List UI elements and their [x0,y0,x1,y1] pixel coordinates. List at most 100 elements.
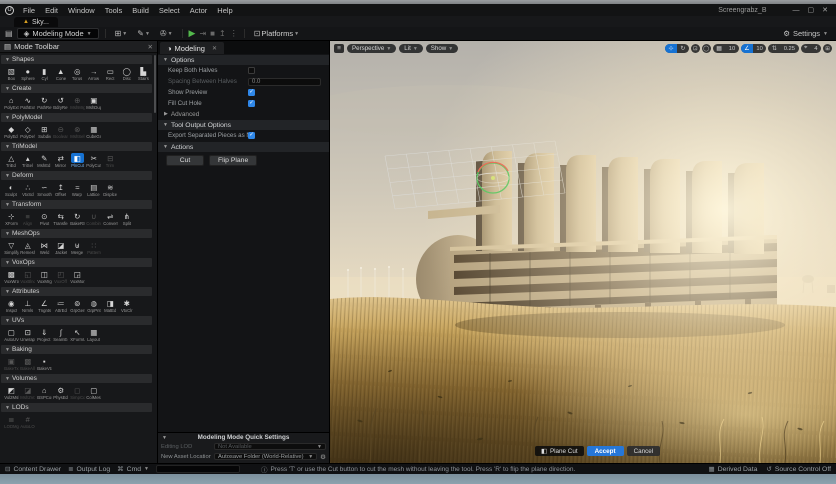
tool-subdiv[interactable]: ⊞Subdiv [36,124,53,140]
tool-bakers[interactable]: ↻BakeRS [69,211,86,227]
eject-icon[interactable]: ↥ [219,29,226,38]
advanced-toggle[interactable]: ▶ Advanced [158,109,329,119]
tool-voxmorph[interactable]: ◲VoxMorph [69,269,86,285]
settings-button[interactable]: ⚙ Settings ▼ [783,29,831,38]
content-drawer-button[interactable]: ⊟ Content Drawer [5,465,61,473]
tool-xform[interactable]: ⊹XForm [3,211,20,227]
section-header-baking[interactable]: ▼Baking [1,345,152,354]
tool-smooth[interactable]: ∽Smooth [36,182,53,198]
quick-add-button[interactable]: ⊞▼ [112,29,131,38]
show-button[interactable]: Show ▼ [426,44,458,53]
tool-boolean[interactable]: ⊖Boolean [53,124,70,140]
section-header-meshops[interactable]: ▼MeshOps [1,229,152,238]
scale-snap-value[interactable]: 0.25 [780,44,798,53]
tool-pathrev[interactable]: ↻PathRev [36,95,53,111]
tool-pathext[interactable]: ∿PathExt [20,95,37,111]
world-space-icon[interactable]: ↻ [677,44,689,53]
tool-voxmrg[interactable]: ◫VoxMrg [36,269,53,285]
tool-polyext[interactable]: ⌂PolyExt [3,95,20,111]
tool-align[interactable]: ≡Align [20,211,37,227]
maximize-icon[interactable]: ▢ [808,7,815,14]
menu-tools[interactable]: Tools [100,6,128,15]
tool-displce[interactable]: ≋Displce [102,182,119,198]
derived-data-button[interactable]: ▦ Derived Data [709,465,758,473]
tab-modeling[interactable]: ◑ Modeling ✕ [160,42,224,54]
platforms-button[interactable]: ⊡ Platforms ▼ [251,29,302,38]
cinematics-button[interactable]: ✇▼ [157,29,176,38]
section-header-attributes[interactable]: ▼Attributes [1,287,152,296]
tool-simpcol[interactable]: ◻SimpCol [69,385,86,401]
tool-remesh[interactable]: ◬Remesh [20,240,37,256]
tool-pivot[interactable]: ⊙Pivot [36,211,53,227]
maximize-viewport-icon[interactable]: ⊞ [823,44,832,53]
tool-disc[interactable]: ◯Disc [119,66,136,82]
section-header-lods[interactable]: ▼LODs [1,403,152,412]
tool-lodmgr[interactable]: ≣LODMgr [3,414,20,430]
tool-trim[interactable]: ⊟Trim [102,153,119,169]
tool-convert[interactable]: ⇌Convert [102,211,119,227]
asset-location-dropdown[interactable]: Autosave Folder (World-Relative) ▼ [214,453,317,461]
tool-polyed[interactable]: ◆PolyEd [3,124,20,140]
cut-button[interactable]: Cut [166,155,204,166]
section-header-transform[interactable]: ▼Transform [1,200,152,209]
snap-toggle-icon[interactable]: ◯ [702,44,711,53]
menu-build[interactable]: Build [127,6,154,15]
perspective-button[interactable]: Perspective ▼ [347,44,396,53]
blueprints-button[interactable]: ✎▼ [134,29,153,38]
tool-attred[interactable]: ≔AttrEd [53,298,70,314]
tool-polydef[interactable]: ◇PolyDef [20,124,37,140]
gizmo-mode-group[interactable]: ⊹ ↻ [665,44,689,53]
gear-icon[interactable]: ⚙ [320,453,326,461]
tool-sculpt[interactable]: ◐Sculpt [3,182,20,198]
output-log-button[interactable]: ≣ Output Log [68,465,110,473]
tool-box[interactable]: ▧Box [3,66,20,82]
close-icon[interactable]: ✕ [822,7,828,14]
menu-select[interactable]: Select [154,6,185,15]
source-control-button[interactable]: ↺ Source Control Off [766,465,831,473]
section-header-voxops[interactable]: ▼VoxOps [1,258,152,267]
tool-unwrap[interactable]: ⊡Unwrap [20,327,37,343]
stop-icon[interactable]: ■ [210,29,215,38]
tool-tngnts[interactable]: ∠Tngnts [36,298,53,314]
viewport[interactable]: ≡ Perspective ▼ Lit ▼ Show ▼ ⊹ ↻ [330,41,836,463]
tool-mshself[interactable]: ⊗MshSelf [69,124,86,140]
level-tab[interactable]: ▲ Sky... [14,17,58,27]
camera-speed-value[interactable]: 4 [811,44,821,53]
tool-cubegr[interactable]: ▦CubeGr [86,124,103,140]
mode-toolbar-header[interactable]: ▤ Mode Toolbar ✕ [0,41,157,53]
tool-grppnt[interactable]: ◍GrpPnt [86,298,103,314]
cancel-button[interactable]: Cancel [627,446,661,456]
section-header-trimodel[interactable]: ▼TriModel [1,142,152,151]
editing-lod-dropdown[interactable]: Not Available ▼ [214,443,326,451]
section-header-polymodel[interactable]: ▼PolyModel [1,113,152,122]
checkbox-keep-both-halves[interactable] [248,67,255,74]
grid-snap-value[interactable]: 10 [725,44,738,53]
tool-arrow[interactable]: →Arrow [86,66,103,82]
tool-grpgen[interactable]: ⊚GrpGen [69,298,86,314]
tool-msh2vol[interactable]: ◪Msh2Vol [20,385,37,401]
tool-split[interactable]: ⋔Split [119,211,136,227]
cmd-dropdown[interactable]: ⌘ Cmd ▼ [117,465,149,473]
tool-polycut[interactable]: ✂PolyCut [86,153,103,169]
tool-mshdup[interactable]: ▣MshDup [86,95,103,111]
scale-snap-group[interactable]: ⇅ 0.25 [768,44,798,53]
tool-seamed[interactable]: ∫SeamEd [53,327,70,343]
close-icon[interactable]: ✕ [212,45,217,52]
play-button[interactable]: ▶ [189,28,196,39]
tool-inspct[interactable]: ◉Inspct [3,298,20,314]
section-options[interactable]: ▼ Options [158,55,329,65]
tool-combine[interactable]: ∪Combine [86,211,103,227]
menu-help[interactable]: Help [212,6,237,15]
tool-colmesh[interactable]: ▢ColMesh [86,385,103,401]
tool-vol2msh[interactable]: ◩Vol2Msh [3,385,20,401]
tool-bakevtx[interactable]: ▪BakeVtx [36,356,53,372]
tool-pattern[interactable]: ∷Pattern [86,240,103,256]
scrollbar-thumb[interactable] [154,55,156,113]
tool-simplify[interactable]: ▽Simplify [3,240,20,256]
tool-torus[interactable]: ◎Torus [69,66,86,82]
tool-nrmls[interactable]: ⊥Nrmls [20,298,37,314]
tool-vtxclr[interactable]: ✱VtxClr [119,298,136,314]
mode-selector-button[interactable]: ◈ Modeling Mode ▼ [17,28,99,39]
tool-warp[interactable]: ≈Warp [69,182,86,198]
tool-sphere[interactable]: ●Sphere [20,66,37,82]
